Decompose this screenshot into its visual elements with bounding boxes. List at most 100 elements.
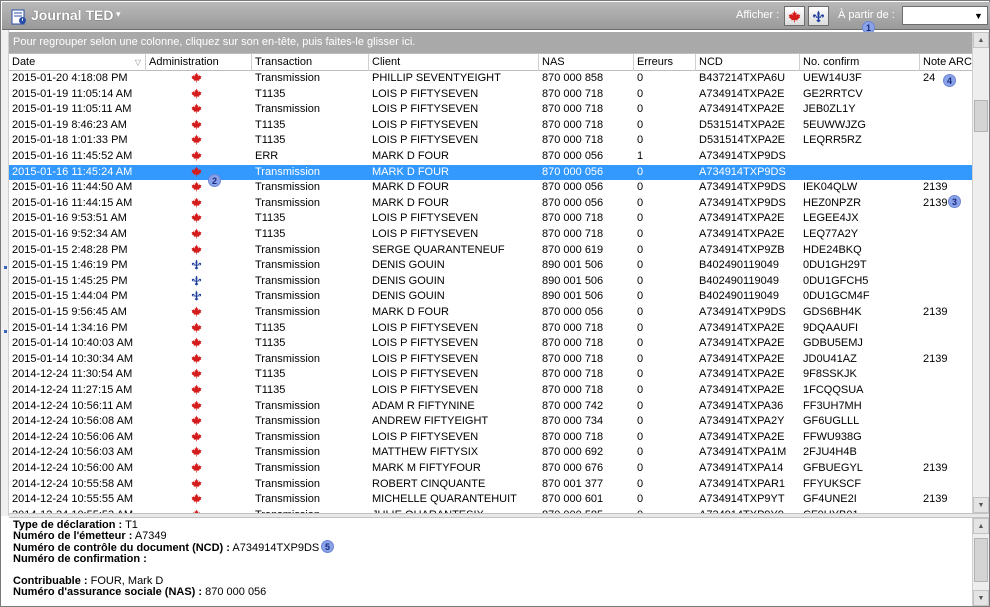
note-arc-cell — [920, 103, 972, 117]
date-cell: 2014-12-24 10:55:55 AM — [12, 493, 134, 506]
column-header-client[interactable]: Client — [369, 54, 539, 71]
date-cell: 2014-12-24 10:56:00 AM — [12, 462, 134, 474]
table-row[interactable]: 2015-01-19 11:05:11 AM Transmission LOIS P… — [9, 102, 972, 118]
client-cell: LOIS P FIFTYSEVEN — [372, 118, 479, 131]
maple-leaf-icon — [191, 103, 202, 114]
a-partir-de-label: À partir de : — [838, 9, 895, 21]
administration-cell — [146, 166, 252, 180]
table-row[interactable]: 2014-12-24 10:55:58 AM Transmission ROBERT… — [9, 477, 972, 493]
table-row[interactable]: 2015-01-16 11:45:52 AM ERR MARK D FOUR 870 … — [9, 149, 972, 165]
start-date-combo[interactable]: ▼ — [902, 6, 988, 25]
client-cell: MARK D FOUR — [372, 196, 449, 209]
nas-cell: 870 000 718 — [542, 368, 604, 381]
transaction-cell: T1135 — [255, 134, 286, 147]
scroll-thumb[interactable] — [974, 100, 988, 132]
column-header-erreurs[interactable]: Erreurs — [634, 54, 696, 71]
table-row[interactable]: 2015-01-16 11:45:24 AM Transmission MARK D… — [9, 164, 972, 181]
table-row[interactable]: 2015-01-15 1:46:19 PM Transmission DENIS G… — [9, 258, 972, 274]
nas-cell: 870 000 718 — [542, 134, 604, 147]
table-row[interactable]: 2014-12-24 10:56:08 AM Transmission ANDREW… — [9, 414, 972, 430]
nas-cell: 870 000 718 — [542, 212, 604, 225]
erreurs-cell: 0 — [637, 290, 644, 303]
erreurs-cell: 0 — [637, 103, 644, 116]
ncd-cell: A734914TXP9DS — [699, 181, 786, 194]
administration-cell — [146, 150, 252, 164]
grid-vertical-scrollbar[interactable]: ▲ ▼ — [972, 32, 989, 513]
details-scroll-thumb[interactable] — [974, 538, 988, 582]
ncd-cell: A734914TXPA2E — [699, 337, 785, 350]
table-row[interactable]: 2014-12-24 10:55:55 AM Transmission MICHEL… — [9, 492, 972, 508]
no-confirm-cell: JD0U41AZ — [803, 352, 857, 365]
ncd-cell: A734914TXP9ZB — [699, 243, 785, 256]
maple-leaf-icon — [191, 384, 202, 395]
no-confirm-cell: FFWU938G — [803, 430, 862, 443]
erreurs-cell: 0 — [637, 368, 644, 381]
column-header-note-arc[interactable]: Note ARC — [920, 54, 972, 71]
window-title[interactable]: Journal TED — [31, 7, 113, 23]
administration-cell — [146, 431, 252, 445]
details-vertical-scrollbar[interactable]: ▲ ▼ — [972, 518, 989, 606]
nas-cell: 870 000 718 — [542, 87, 604, 100]
table-row[interactable]: 2014-12-24 11:30:54 AM T1135 LOIS P FIFTYS… — [9, 367, 972, 383]
erreurs-cell: 0 — [637, 384, 644, 396]
scroll-down-icon[interactable]: ▼ — [973, 497, 989, 513]
column-header-no-confirm[interactable]: No. confirm — [800, 54, 920, 71]
date-cell: 2015-01-15 1:46:19 PM — [12, 259, 128, 272]
table-row[interactable]: 2015-01-19 11:05:14 AM T1135 LOIS P FIFTYS… — [9, 87, 972, 103]
column-header-date[interactable]: Date ▽ — [9, 54, 146, 71]
table-row[interactable]: 2014-12-24 10:56:03 AM Transmission MATTHE… — [9, 445, 972, 461]
nas-cell: 870 000 718 — [542, 103, 604, 116]
maple-leaf-icon — [191, 150, 202, 161]
table-row[interactable]: 2015-01-15 1:45:25 PM Transmission DENIS G… — [9, 274, 972, 290]
detail-nas-label: Numéro d'assurance sociale (NAS) : — [13, 586, 203, 599]
group-by-panel[interactable]: Pour regrouper selon une colonne, clique… — [9, 32, 972, 53]
administration-cell — [146, 181, 252, 195]
table-row[interactable]: 2015-01-16 11:44:50 AM Transmission MARK D… — [9, 180, 972, 196]
maple-leaf-icon — [191, 134, 202, 145]
no-confirm-cell: GF6UGLLL — [803, 415, 860, 428]
maple-leaf-icon — [191, 181, 202, 192]
table-row[interactable]: 2015-01-16 9:52:34 AM T1135 LOIS P FIFTYSE… — [9, 227, 972, 243]
column-header-administration[interactable]: Administration — [146, 54, 252, 71]
transaction-cell: Transmission — [255, 165, 320, 178]
table-row[interactable]: 2015-01-20 4:18:08 PM Transmission PHILLIP… — [9, 71, 972, 87]
table-row[interactable]: 2015-01-14 1:34:16 PM T1135 LOIS P FIFTYSE… — [9, 321, 972, 337]
splitter-grip-bottom — [4, 330, 7, 333]
filter-quebec-button[interactable] — [808, 6, 829, 26]
note-arc-cell: 2139 — [923, 462, 948, 474]
dropdown-arrow-icon[interactable]: ▼ — [970, 7, 987, 24]
title-menu-caret[interactable]: ▾ — [116, 9, 121, 20]
scroll-up-icon[interactable]: ▲ — [973, 32, 989, 48]
administration-cell — [146, 88, 252, 102]
table-row[interactable]: 2015-01-15 1:44:04 PM Transmission DENIS G… — [9, 289, 972, 305]
no-confirm-cell: GFBUEGYL — [803, 462, 863, 474]
column-header-nas[interactable]: NAS — [539, 54, 634, 71]
left-splitter-rail[interactable] — [1, 30, 9, 516]
no-confirm-cell: LEGEE4JX — [803, 212, 859, 225]
table-row[interactable]: 2015-01-14 10:40:03 AM T1135 LOIS P FIFTYS… — [9, 336, 972, 352]
client-cell: LOIS P FIFTYSEVEN — [372, 228, 479, 240]
column-header-transaction[interactable]: Transaction — [252, 54, 369, 71]
table-row[interactable]: 2014-12-24 10:56:06 AM Transmission LOIS P… — [9, 430, 972, 446]
table-row[interactable]: 2014-12-24 10:56:11 AM Transmission ADAM R… — [9, 399, 972, 415]
table-row[interactable]: 2015-01-16 9:53:51 AM T1135 LOIS P FIFTYSE… — [9, 211, 972, 227]
table-row[interactable]: 2014-12-24 11:27:15 AM T1135 LOIS P FIFTYS… — [9, 383, 972, 399]
details-scroll-down-icon[interactable]: ▼ — [973, 590, 989, 606]
note-arc-cell — [920, 119, 972, 133]
table-row[interactable]: 2015-01-14 10:30:34 AM Transmission LOIS P… — [9, 352, 972, 368]
details-scroll-up-icon[interactable]: ▲ — [973, 518, 989, 534]
journal-grid: Date ▽ Administration Transaction Client… — [9, 53, 972, 513]
date-cell: 2015-01-15 1:44:04 PM — [12, 290, 128, 303]
no-confirm-cell: 9F8SSKJK — [803, 368, 857, 381]
table-row[interactable]: 2015-01-19 8:46:23 AM T1135 LOIS P FIFTYSE… — [9, 118, 972, 134]
administration-cell — [146, 228, 252, 242]
erreurs-cell: 0 — [637, 337, 644, 350]
table-row[interactable]: 2015-01-16 11:44:15 AM Transmission MARK D… — [9, 196, 972, 212]
transaction-cell: Transmission — [255, 493, 320, 506]
table-row[interactable]: 2015-01-18 1:01:33 PM T1135 LOIS P FIFTYSE… — [9, 133, 972, 149]
column-header-ncd[interactable]: NCD — [696, 54, 800, 71]
filter-federal-button[interactable] — [784, 6, 805, 26]
table-row[interactable]: 2015-01-15 9:56:45 AM Transmission MARK D … — [9, 305, 972, 321]
table-row[interactable]: 2015-01-15 2:48:28 PM Transmission SERGE Q… — [9, 243, 972, 259]
table-row[interactable]: 2014-12-24 10:56:00 AM Transmission MARK M… — [9, 461, 972, 477]
